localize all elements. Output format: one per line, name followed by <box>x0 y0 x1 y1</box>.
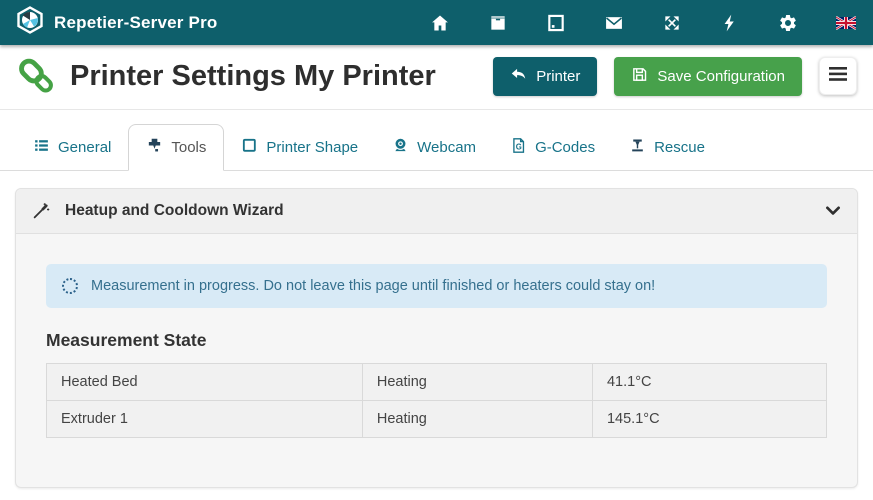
tab-webcam[interactable]: Webcam <box>375 125 493 170</box>
panel-header[interactable]: Heatup and Cooldown Wizard <box>16 189 857 234</box>
heatup-wizard-panel: Heatup and Cooldown Wizard Measurement i… <box>15 188 858 488</box>
temp-cell: 145.1°C <box>592 401 826 438</box>
page-title: Printer Settings My Printer <box>70 60 493 93</box>
svg-text:G: G <box>516 142 522 151</box>
tab-printer-shape[interactable]: Printer Shape <box>224 125 375 170</box>
list-icon <box>33 137 50 158</box>
header-buttons: Printer Save Configuration <box>493 57 857 96</box>
power-icon[interactable] <box>719 12 741 34</box>
table-row: Extruder 1 Heating 145.1°C <box>47 401 827 438</box>
tab-gcodes[interactable]: G G-Codes <box>493 125 612 170</box>
table-row: Heated Bed Heating 41.1°C <box>47 364 827 401</box>
temp-cell: 41.1°C <box>592 364 826 401</box>
panel-body: Measurement in progress. Do not leave th… <box>16 234 857 438</box>
home-icon[interactable] <box>429 12 451 34</box>
page-header: Printer Settings My Printer Printer Save… <box>0 45 873 110</box>
chain-link-icon <box>16 55 58 97</box>
language-flag-icon[interactable] <box>835 12 857 34</box>
measurement-state-table: Heated Bed Heating 41.1°C Extruder 1 Hea… <box>46 363 827 438</box>
extruder-icon <box>146 137 163 158</box>
settings-tabs: General Tools Printer Shape Webcam G G-C… <box>0 110 873 171</box>
wand-icon <box>32 202 50 220</box>
square-icon <box>241 137 258 158</box>
printer-back-button[interactable]: Printer <box>493 57 597 96</box>
device-cell: Heated Bed <box>47 364 363 401</box>
tab-tools[interactable]: Tools <box>128 124 224 171</box>
settings-gear-icon[interactable] <box>777 12 799 34</box>
save-floppy-icon <box>631 66 648 87</box>
hamburger-icon <box>829 67 847 86</box>
messages-icon[interactable] <box>603 12 625 34</box>
repetier-logo-icon <box>16 6 44 39</box>
top-navbar: Repetier-Server Pro <box>0 0 873 45</box>
printer-icon[interactable] <box>487 12 509 34</box>
measurement-alert: Measurement in progress. Do not leave th… <box>46 264 827 308</box>
state-cell: Heating <box>362 364 592 401</box>
menu-button[interactable] <box>819 57 857 95</box>
spinner-icon <box>62 278 78 294</box>
gcode-file-icon: G <box>510 137 527 158</box>
webcam-icon <box>392 137 409 158</box>
navbar-icons <box>429 12 857 34</box>
panel-title: Heatup and Cooldown Wizard <box>65 202 810 220</box>
save-configuration-button[interactable]: Save Configuration <box>614 57 802 96</box>
alert-text: Measurement in progress. Do not leave th… <box>91 278 655 294</box>
app-title: Repetier-Server Pro <box>54 13 217 33</box>
chevron-down-icon[interactable] <box>825 203 841 219</box>
tab-rescue[interactable]: Rescue <box>612 125 722 170</box>
brand[interactable]: Repetier-Server Pro <box>16 6 217 39</box>
device-cell: Extruder 1 <box>47 401 363 438</box>
fullscreen-icon[interactable] <box>661 12 683 34</box>
rescue-icon <box>629 137 646 158</box>
print-queue-icon[interactable] <box>545 12 567 34</box>
state-cell: Heating <box>362 401 592 438</box>
tab-general[interactable]: General <box>16 125 128 170</box>
back-arrow-icon <box>510 66 527 87</box>
measurement-state-heading: Measurement State <box>46 330 827 351</box>
